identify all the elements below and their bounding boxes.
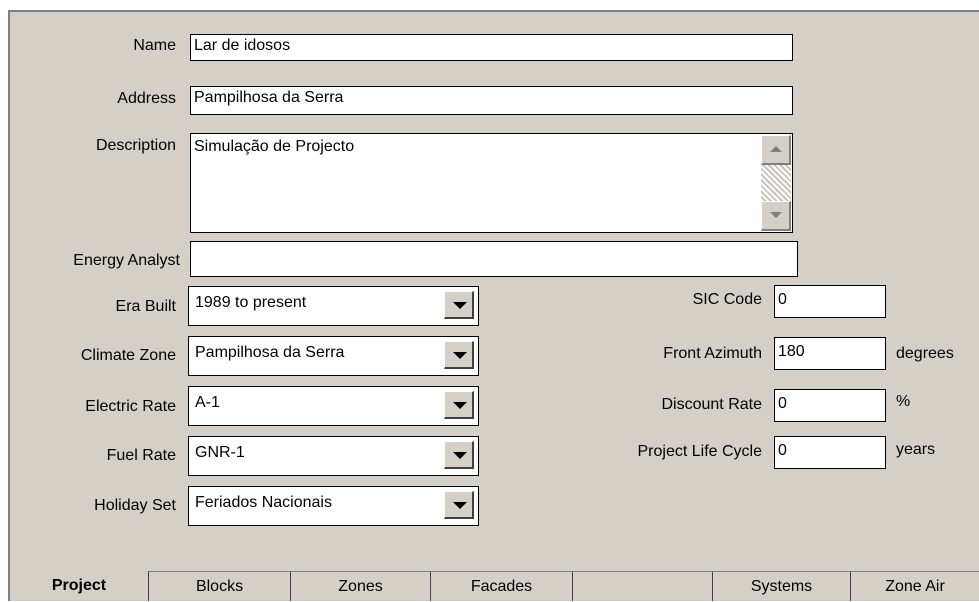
tab-bar: Project Blocks Zones Facades Systems Zon… (0, 571, 979, 601)
tab-facades[interactable]: Facades (430, 571, 572, 601)
scroll-track[interactable] (761, 165, 791, 201)
project-life-cycle-label: Project Life Cycle (637, 443, 763, 460)
climate-zone-select[interactable]: Pampilhosa da Serra (188, 336, 479, 376)
fuel-rate-select[interactable]: GNR-1 (188, 436, 479, 476)
tab-zones[interactable]: Zones (290, 571, 430, 601)
climate-zone-label: Climate Zone (80, 347, 176, 364)
sic-code-input[interactable]: 0 (774, 285, 886, 318)
era-built-value: 1989 to present (195, 294, 307, 311)
holiday-set-label: Holiday Set (94, 497, 176, 514)
tab-project[interactable]: Project (8, 571, 148, 601)
energy-analyst-label: Energy Analyst (73, 252, 180, 269)
scroll-up-icon[interactable] (761, 135, 791, 165)
discount-rate-unit: % (896, 393, 911, 410)
fuel-rate-label: Fuel Rate (106, 447, 176, 464)
front-azimuth-input[interactable]: 180 (774, 337, 886, 370)
description-text: Simulação de Projecto (194, 138, 355, 155)
electric-rate-label: Electric Rate (85, 398, 176, 415)
climate-zone-dropdown-icon[interactable] (444, 341, 474, 369)
front-azimuth-unit: degrees (896, 345, 954, 362)
front-azimuth-label: Front Azimuth (663, 345, 762, 362)
tab-zone-air[interactable]: Zone Air (850, 571, 979, 601)
discount-rate-label: Discount Rate (661, 396, 763, 413)
fuel-rate-value: GNR-1 (195, 444, 245, 461)
holiday-set-select[interactable]: Feriados Nacionais (188, 486, 479, 526)
project-life-cycle-input[interactable]: 0 (774, 436, 886, 469)
sic-code-label: SIC Code (692, 291, 762, 308)
electric-rate-select[interactable]: A-1 (188, 386, 479, 426)
project-life-cycle-unit: years (896, 441, 936, 458)
energy-analyst-input[interactable] (190, 241, 798, 277)
tab-blocks[interactable]: Blocks (148, 571, 290, 601)
tab-blank[interactable] (572, 571, 712, 601)
era-built-label: Era Built (115, 298, 176, 315)
description-scrollbar[interactable] (761, 135, 791, 231)
discount-rate-input[interactable]: 0 (774, 389, 886, 422)
address-label: Address (117, 90, 176, 107)
scroll-down-icon[interactable] (761, 201, 791, 231)
name-input[interactable]: Lar de idosos (190, 34, 793, 61)
tab-systems[interactable]: Systems (712, 571, 850, 601)
fuel-rate-dropdown-icon[interactable] (444, 441, 474, 469)
era-built-dropdown-icon[interactable] (444, 291, 474, 319)
climate-zone-value: Pampilhosa da Serra (195, 344, 345, 361)
electric-rate-value: A-1 (195, 394, 220, 411)
holiday-set-value: Feriados Nacionais (195, 494, 332, 511)
electric-rate-dropdown-icon[interactable] (444, 391, 474, 419)
description-textarea[interactable]: Simulação de Projecto (190, 133, 793, 233)
era-built-select[interactable]: 1989 to present (188, 286, 479, 326)
name-label: Name (133, 37, 176, 54)
description-label: Description (95, 137, 176, 154)
holiday-set-dropdown-icon[interactable] (444, 491, 474, 519)
address-input[interactable]: Pampilhosa da Serra (190, 86, 793, 115)
